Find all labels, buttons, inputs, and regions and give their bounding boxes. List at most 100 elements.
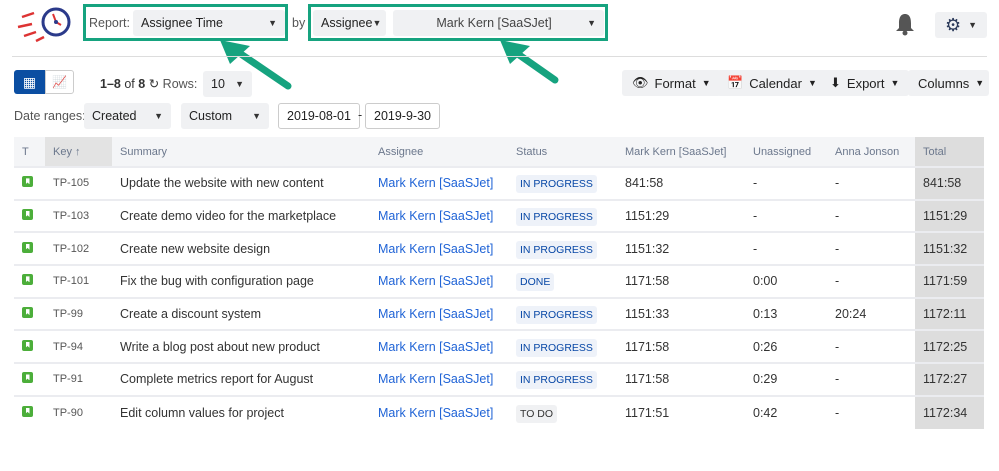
assignee-cell[interactable]: Mark Kern [SaaSJet] [370, 362, 508, 396]
assignee-cell[interactable]: Mark Kern [SaaSJet] [370, 166, 508, 200]
key-cell[interactable]: TP-102 [45, 231, 112, 266]
chevron-down-icon: ▼ [235, 79, 244, 89]
status-badge: IN PROGRESS [516, 208, 597, 227]
chevron-down-icon: ▼ [968, 20, 977, 30]
mark-kern-time-cell: 1151:29 [617, 198, 745, 233]
mark-kern-time-cell: 1151:33 [617, 296, 745, 331]
status-cell: IN PROGRESS [508, 296, 617, 331]
anna-jonson-time-cell: - [827, 394, 915, 429]
calendar-button[interactable]: 📅 Calendar ▼ [717, 70, 827, 96]
key-cell[interactable]: TP-91 [45, 362, 112, 396]
export-button[interactable]: ⬇ Export ▼ [820, 70, 910, 96]
story-icon [22, 307, 33, 319]
assignee-cell[interactable]: Mark Kern [SaaSJet] [370, 296, 508, 331]
group-by-select[interactable]: Assignee ▼ [313, 10, 386, 36]
col-total[interactable]: Total [915, 137, 984, 167]
col-key[interactable]: Key ↑ [45, 137, 112, 167]
assignee-cell[interactable]: Mark Kern [SaaSJet] [370, 231, 508, 266]
caret-down-icon: ▼ [587, 18, 596, 28]
summary-cell: Write a blog post about new product [112, 329, 370, 364]
chevron-down-icon: ▼ [975, 78, 985, 88]
col-assignee[interactable]: Assignee [370, 137, 508, 167]
notification-bell-icon[interactable] [895, 12, 915, 36]
type-cell [14, 362, 45, 396]
assignee-cell[interactable]: Mark Kern [SaaSJet] [370, 198, 508, 233]
table-row: TP-99 Create a discount system Mark Kern… [14, 296, 984, 331]
rows-select[interactable]: 10 ▼ [203, 71, 252, 97]
assignee-link[interactable]: Mark Kern [SaaSJet] [378, 372, 493, 386]
status-cell: IN PROGRESS [508, 166, 617, 200]
type-cell [14, 296, 45, 331]
assignee-cell[interactable]: Mark Kern [SaaSJet] [370, 264, 508, 298]
report-value: Assignee Time [141, 16, 223, 30]
key-cell[interactable]: TP-99 [45, 296, 112, 331]
status-cell: IN PROGRESS [508, 198, 617, 233]
mark-kern-time-cell: 1171:58 [617, 362, 745, 396]
report-select[interactable]: Assignee Time ▼ [133, 10, 285, 36]
key-cell[interactable]: TP-90 [45, 394, 112, 429]
assignee-link[interactable]: Mark Kern [SaaSJet] [378, 340, 493, 354]
col-mark-kern[interactable]: Mark Kern [SaaSJet] [617, 137, 745, 167]
type-cell [14, 231, 45, 266]
anna-jonson-time-cell: - [827, 198, 915, 233]
unassigned-time-cell: 0:42 [745, 394, 827, 429]
total-cell: 1172:25 [915, 329, 984, 364]
date-from-input[interactable]: 2019-08-01 [278, 103, 360, 129]
col-anna-jonson[interactable]: Anna Jonson [827, 137, 915, 167]
summary-cell: Update the website with new content [112, 166, 370, 200]
download-icon: ⬇ [830, 75, 841, 90]
gear-icon: ⚙ [945, 14, 962, 35]
col-summary[interactable]: Summary [112, 137, 370, 167]
status-badge: IN PROGRESS [516, 371, 597, 390]
date-field-select[interactable]: Created ▼ [84, 103, 171, 129]
story-icon [22, 176, 33, 188]
report-table: T Key ↑ Summary Assignee Status Mark Ker… [14, 137, 984, 429]
date-range-select[interactable]: Custom ▼ [181, 103, 269, 129]
mark-kern-time-cell: 1151:32 [617, 231, 745, 266]
assignee-cell[interactable]: Mark Kern [SaaSJet] [370, 329, 508, 364]
assignee-link[interactable]: Mark Kern [SaaSJet] [378, 307, 493, 321]
annotation-arrows [220, 40, 559, 90]
col-unassigned[interactable]: Unassigned [745, 137, 827, 167]
col-type[interactable]: T [14, 137, 45, 167]
grid-icon: ▦ [22, 74, 37, 90]
key-cell[interactable]: TP-101 [45, 264, 112, 298]
type-cell [14, 198, 45, 233]
assignee-cell[interactable]: Mark Kern [SaaSJet] [370, 394, 508, 429]
eye-icon: 👁 [632, 75, 649, 90]
date-to-input[interactable]: 2019-9-30 [365, 103, 440, 129]
format-button[interactable]: 👁 Format ▼ [622, 70, 721, 96]
chevron-down-icon: ▼ [268, 18, 277, 28]
summary-cell: Create new website design [112, 231, 370, 266]
key-cell[interactable]: TP-105 [45, 166, 112, 200]
col-status[interactable]: Status [508, 137, 617, 167]
unassigned-time-cell: 0:29 [745, 362, 827, 396]
refresh-icon[interactable]: ↻ [149, 77, 159, 91]
user-select[interactable]: Mark Kern [SaaSJet] ▼ [393, 10, 604, 36]
assignee-link[interactable]: Mark Kern [SaaSJet] [378, 406, 493, 420]
total-cell: 1172:34 [915, 394, 984, 429]
report-label: Report: [89, 16, 130, 30]
chart-view-button[interactable]: 📈 [45, 70, 74, 94]
grid-view-button[interactable]: ▦ [14, 70, 45, 94]
status-cell: TO DO [508, 394, 617, 429]
assignee-link[interactable]: Mark Kern [SaaSJet] [378, 274, 493, 288]
table-row: TP-91 Complete metrics report for August… [14, 362, 984, 396]
date-ranges-label: Date ranges: [14, 109, 86, 123]
settings-button[interactable]: ⚙ ▼ [935, 12, 987, 38]
pagination: 1–8 of 8 ↻ Rows: [100, 77, 198, 91]
mark-kern-time-cell: 1171:58 [617, 264, 745, 298]
key-cell[interactable]: TP-94 [45, 329, 112, 364]
assignee-link[interactable]: Mark Kern [SaaSJet] [378, 209, 493, 223]
status-cell: IN PROGRESS [508, 231, 617, 266]
unassigned-time-cell: 0:13 [745, 296, 827, 331]
columns-button[interactable]: Columns ▼ [908, 70, 989, 96]
assignee-link[interactable]: Mark Kern [SaaSJet] [378, 176, 493, 190]
key-cell[interactable]: TP-103 [45, 198, 112, 233]
total-cell: 841:58 [915, 166, 984, 200]
anna-jonson-time-cell: - [827, 362, 915, 396]
assignee-link[interactable]: Mark Kern [SaaSJet] [378, 242, 493, 256]
total-cell: 1151:32 [915, 231, 984, 266]
table-header-row: T Key ↑ Summary Assignee Status Mark Ker… [14, 137, 984, 167]
summary-cell: Create demo video for the marketplace [112, 198, 370, 233]
